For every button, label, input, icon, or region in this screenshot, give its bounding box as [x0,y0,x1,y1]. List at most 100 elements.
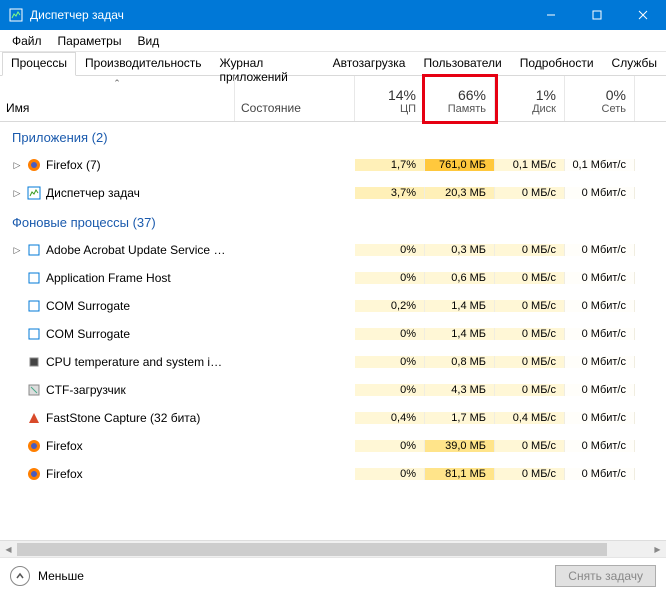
net-val: 0 Мбит/с [565,440,635,452]
net-val: 0 Мбит/с [565,468,635,480]
generic-app-icon [26,270,42,286]
process-name: FastStone Capture (32 бита) [46,411,200,425]
row-com2[interactable]: ▷ COM Surrogate 0% 1,4 МБ 0 МБ/с 0 Мбит/… [0,320,666,348]
process-name: CTF-загрузчик [46,383,126,397]
cpu-val: 0% [355,384,425,396]
row-faststone[interactable]: ▷ FastStone Capture (32 бита) 0,4% 1,7 М… [0,404,666,432]
net-total-pct: 0% [606,87,626,103]
disk-label: Диск [532,103,556,115]
fewer-details-button[interactable] [10,566,30,586]
scroll-left-arrow[interactable]: ◀ [0,541,17,558]
row-ctf[interactable]: ▷ CTF-загрузчик 0% 4,3 МБ 0 МБ/с 0 Мбит/… [0,376,666,404]
tab-services[interactable]: Службы [603,52,666,75]
cpu-val: 0,2% [355,300,425,312]
net-val: 0 Мбит/с [565,272,635,284]
expander-icon[interactable]: ▷ [12,188,22,199]
tab-processes[interactable]: Процессы [2,52,76,76]
footer: Меньше Снять задачу [0,557,666,593]
cpu-val: 0% [355,440,425,452]
net-val: 0 Мбит/с [565,356,635,368]
generic-app-icon [26,298,42,314]
net-val: 0 Мбит/с [565,244,635,256]
col-state-label: Состояние [241,101,301,115]
mem-val: 1,4 МБ [425,300,495,312]
memory-label: Память [448,103,486,115]
row-firefox-a[interactable]: ▷ Firefox 0% 39,0 МБ 0 МБ/с 0 Мбит/с [0,432,666,460]
net-val: 0 Мбит/с [565,384,635,396]
row-appframe[interactable]: ▷ Application Frame Host 0% 0,6 МБ 0 МБ/… [0,264,666,292]
sort-asc-icon: ⌃ [113,78,121,89]
cpu-val: 0% [355,244,425,256]
disk-val: 0 МБ/с [495,356,565,368]
net-val: 0 Мбит/с [565,187,635,199]
faststone-icon [26,410,42,426]
disk-val: 0 МБ/с [495,244,565,256]
process-name: Application Frame Host [46,271,171,285]
cpu-val: 3,7% [355,187,425,199]
menu-params[interactable]: Параметры [50,32,130,50]
row-cputemp[interactable]: ▷ CPU temperature and system in... 0% 0,… [0,348,666,376]
process-list[interactable]: Приложения (2) ▷ Firefox (7) 1,7% 761,0 … [0,122,666,540]
ctf-icon [26,382,42,398]
mem-val: 0,3 МБ [425,244,495,256]
expander-icon[interactable]: ▷ [12,245,22,256]
process-name: COM Surrogate [46,327,130,341]
mem-val: 20,3 МБ [425,187,495,199]
tab-performance[interactable]: Производительность [76,52,210,75]
row-firefox-b[interactable]: ▷ Firefox 0% 81,1 МБ 0 МБ/с 0 Мбит/с [0,460,666,488]
net-val: 0 Мбит/с [565,412,635,424]
tabs: Процессы Производительность Журнал прило… [0,52,666,76]
process-name: Firefox (7) [46,158,101,172]
col-disk-header[interactable]: 1% Диск [495,76,565,121]
disk-val: 0 МБ/с [495,300,565,312]
row-taskmgr[interactable]: ▷ Диспетчер задач 3,7% 20,3 МБ 0 МБ/с 0 … [0,179,666,207]
taskmgr-icon [8,7,24,23]
cpu-val: 0% [355,328,425,340]
scrollbar-track[interactable] [17,541,649,558]
col-name-label: Имя [6,101,29,115]
row-firefox7[interactable]: ▷ Firefox (7) 1,7% 761,0 МБ 0,1 МБ/с 0,1… [0,151,666,179]
process-name: Firefox [46,467,83,481]
cpu-val: 0% [355,468,425,480]
col-cpu-header[interactable]: 14% ЦП [355,76,425,121]
column-headers: ⌃ Имя Состояние 14% ЦП 66% Память 1% Дис… [0,76,666,122]
cpu-val: 0% [355,356,425,368]
titlebar: Диспетчер задач [0,0,666,30]
process-name: Adobe Acrobat Update Service (... [46,243,226,257]
scroll-right-arrow[interactable]: ▶ [649,541,666,558]
net-val: 0,1 Мбит/с [565,159,635,171]
mem-val: 0,8 МБ [425,356,495,368]
disk-val: 0 МБ/с [495,272,565,284]
disk-val: 0 МБ/с [495,328,565,340]
close-button[interactable] [620,0,666,30]
net-label: Сеть [602,103,626,115]
col-memory-header[interactable]: 66% Память [425,76,495,121]
minimize-button[interactable] [528,0,574,30]
menubar: Файл Параметры Вид [0,30,666,52]
tab-app-history[interactable]: Журнал приложений [211,52,324,75]
tab-startup[interactable]: Автозагрузка [324,52,415,75]
tab-details[interactable]: Подробности [511,52,603,75]
col-state-header[interactable]: Состояние [235,76,355,121]
row-com1[interactable]: ▷ COM Surrogate 0,2% 1,4 МБ 0 МБ/с 0 Мби… [0,292,666,320]
window-title: Диспетчер задач [30,8,528,22]
disk-val: 0,4 МБ/с [495,412,565,424]
menu-view[interactable]: Вид [129,32,167,50]
scrollbar-thumb[interactable] [17,543,607,556]
disk-val: 0 МБ/с [495,187,565,199]
net-val: 0 Мбит/с [565,328,635,340]
process-name: COM Surrogate [46,299,130,313]
tab-users[interactable]: Пользователи [414,52,510,75]
mem-val: 761,0 МБ [425,159,495,171]
row-acrobat[interactable]: ▷ Adobe Acrobat Update Service (... 0% 0… [0,236,666,264]
col-net-header[interactable]: 0% Сеть [565,76,635,121]
generic-app-icon [26,326,42,342]
end-task-button[interactable]: Снять задачу [555,565,656,587]
disk-val: 0 МБ/с [495,468,565,480]
horizontal-scrollbar[interactable]: ◀ ▶ [0,540,666,557]
expander-icon[interactable]: ▷ [12,160,22,171]
generic-app-icon [26,242,42,258]
maximize-button[interactable] [574,0,620,30]
col-name-header[interactable]: ⌃ Имя [0,76,235,121]
menu-file[interactable]: Файл [4,32,50,50]
